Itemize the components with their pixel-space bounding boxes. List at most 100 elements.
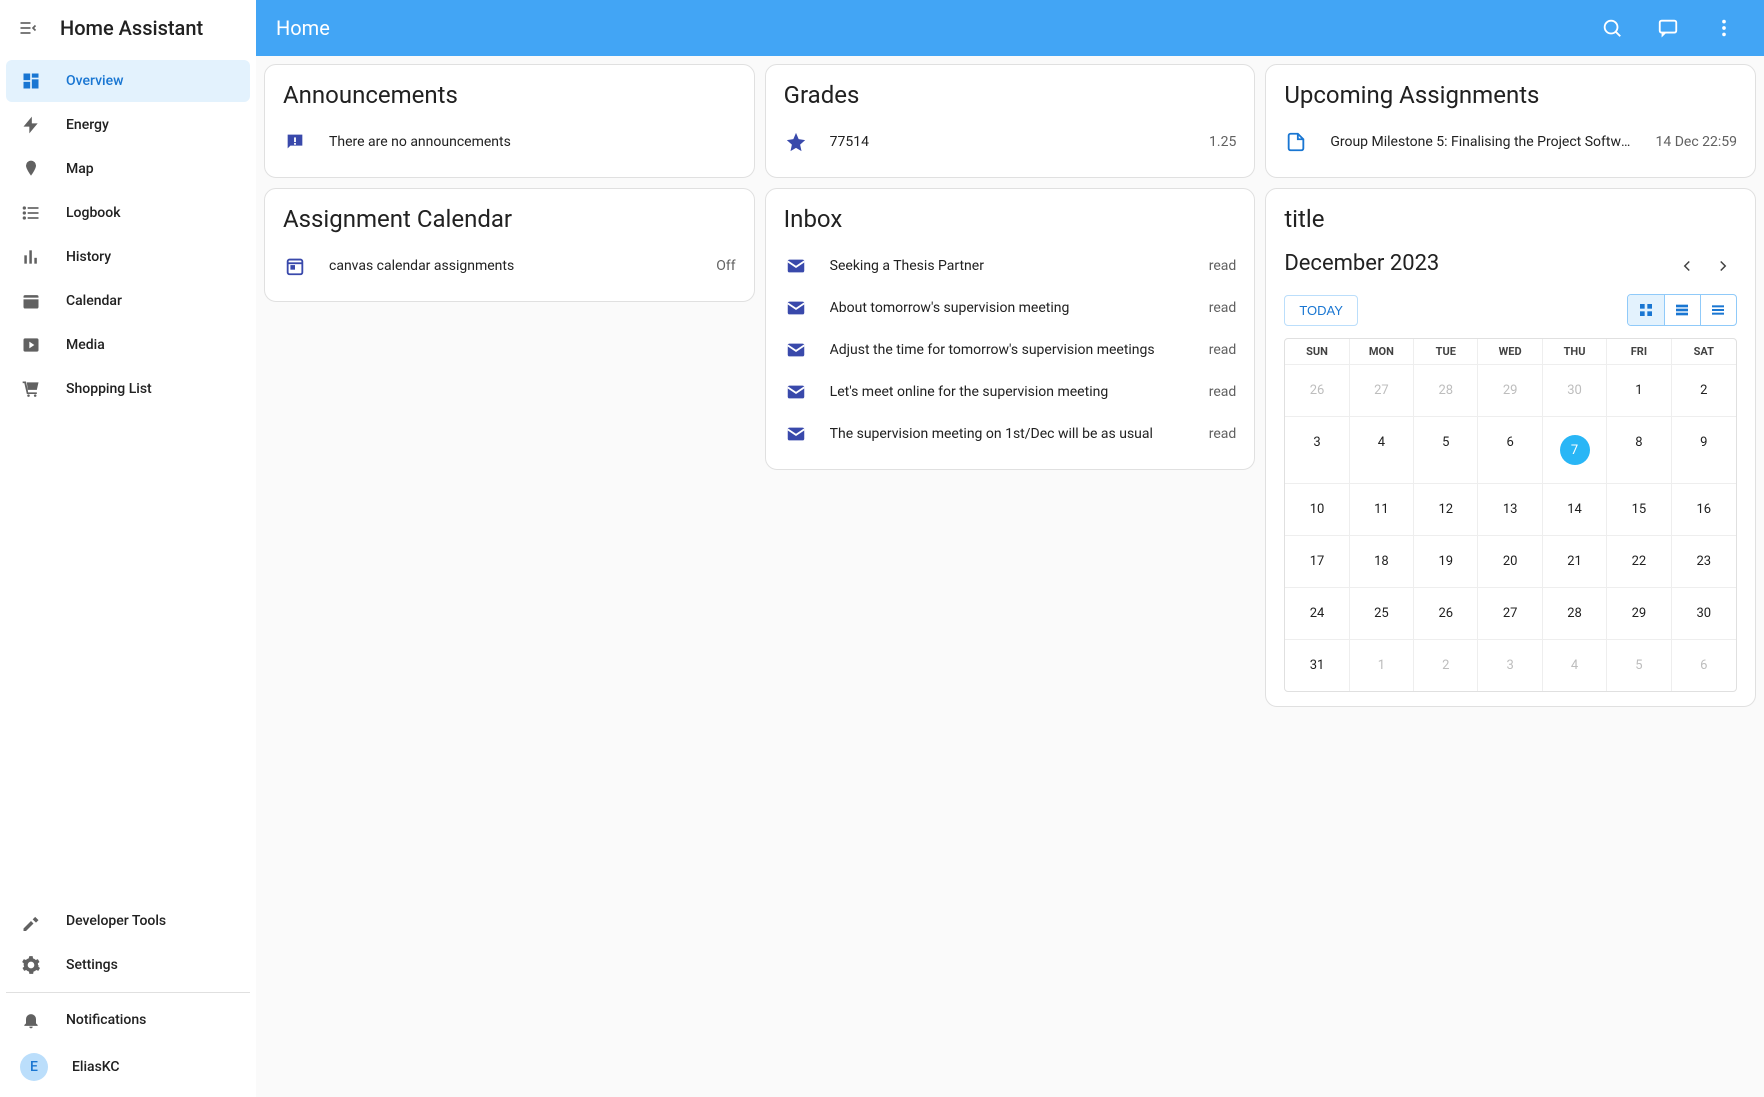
grades-card: Grades 77514 1.25 (765, 64, 1256, 178)
divider (6, 992, 250, 993)
mail-icon (784, 297, 808, 319)
calendar-day[interactable]: 28 (1414, 364, 1478, 416)
calendar-day[interactable]: 11 (1350, 483, 1414, 535)
calendar-day[interactable]: 13 (1478, 483, 1542, 535)
calendar-dow: WED (1478, 339, 1542, 364)
sidebar-item-overview[interactable]: Overview (6, 60, 250, 102)
inbox-row[interactable]: Let's meet online for the supervision me… (784, 371, 1237, 413)
calendar-day[interactable]: 7 (1543, 416, 1607, 483)
calendar-day[interactable]: 10 (1285, 483, 1349, 535)
calendar-day[interactable]: 4 (1543, 639, 1607, 691)
calendar-day[interactable]: 1 (1607, 364, 1671, 416)
calendar-day[interactable]: 26 (1414, 587, 1478, 639)
calendar-day[interactable]: 31 (1285, 639, 1349, 691)
sidebar-bottom: Developer Tools Settings Notifications E… (0, 896, 256, 1097)
calendar-day[interactable]: 27 (1350, 364, 1414, 416)
chat-button[interactable] (1648, 8, 1688, 48)
calendar-day[interactable]: 30 (1672, 587, 1736, 639)
calendar-day[interactable]: 24 (1285, 587, 1349, 639)
calendar-day[interactable]: 21 (1543, 535, 1607, 587)
rows-dense-icon (1710, 302, 1726, 318)
calendar-day[interactable]: 30 (1543, 364, 1607, 416)
upcoming-row[interactable]: Group Milestone 5: Finalising the Projec… (1284, 121, 1737, 163)
menu-collapse-icon (18, 18, 38, 38)
calendar-day[interactable]: 5 (1414, 416, 1478, 483)
calendar-dow: FRI (1607, 339, 1671, 364)
calendar-day[interactable]: 8 (1607, 416, 1671, 483)
assignment-cal-state: Off (716, 258, 735, 274)
assignment-cal-text: canvas calendar assignments (329, 258, 694, 274)
calendar-day[interactable]: 14 (1543, 483, 1607, 535)
nav-label: Logbook (66, 205, 121, 221)
card-title: Grades (784, 81, 1237, 109)
calendar-day[interactable]: 28 (1543, 587, 1607, 639)
main: Home Announcements There are no announce… (256, 0, 1764, 1097)
calendar-day[interactable]: 6 (1672, 639, 1736, 691)
calendar-day[interactable]: 6 (1478, 416, 1542, 483)
nav-label: Settings (66, 957, 118, 973)
calendar-day[interactable]: 17 (1285, 535, 1349, 587)
upcoming-due: 14 Dec 22:59 (1656, 134, 1737, 150)
card-title: Assignment Calendar (283, 205, 736, 233)
calendar-day[interactable]: 3 (1478, 639, 1542, 691)
assignment-cal-row[interactable]: canvas calendar assignments Off (283, 245, 736, 287)
inbox-state: read (1209, 384, 1237, 400)
sidebar-item-user[interactable]: E EliasKC (6, 1043, 250, 1091)
announcement-row[interactable]: There are no announcements (283, 121, 736, 163)
calendar-next-button[interactable] (1709, 252, 1737, 280)
calendar-day[interactable]: 20 (1478, 535, 1542, 587)
nav-label: Developer Tools (66, 913, 166, 929)
sidebar-item-shopping[interactable]: Shopping List (6, 368, 250, 410)
sidebar-item-energy[interactable]: Energy (6, 104, 250, 146)
calendar-day[interactable]: 2 (1672, 364, 1736, 416)
calendar-today-button[interactable]: TODAY (1284, 295, 1358, 326)
calendar-day[interactable]: 29 (1478, 364, 1542, 416)
inbox-row[interactable]: Adjust the time for tomorrow's supervisi… (784, 329, 1237, 371)
sidebar-item-notifications[interactable]: Notifications (6, 999, 250, 1041)
calendar-view-day[interactable] (1700, 295, 1736, 325)
calendar-day[interactable]: 27 (1478, 587, 1542, 639)
calendar-day[interactable]: 3 (1285, 416, 1349, 483)
calendar-day[interactable]: 15 (1607, 483, 1671, 535)
calendar-day[interactable]: 19 (1414, 535, 1478, 587)
inbox-row[interactable]: Seeking a Thesis Partnerread (784, 245, 1237, 287)
collapse-sidebar-button[interactable] (16, 16, 40, 40)
calendar-view-week[interactable] (1664, 295, 1700, 325)
search-button[interactable] (1592, 8, 1632, 48)
inbox-card: Inbox Seeking a Thesis PartnerreadAbout … (765, 188, 1256, 470)
inbox-row[interactable]: About tomorrow's supervision meetingread (784, 287, 1237, 329)
mail-icon (784, 339, 808, 361)
calendar-day[interactable]: 25 (1350, 587, 1414, 639)
calendar-day[interactable]: 16 (1672, 483, 1736, 535)
calendar-day[interactable]: 18 (1350, 535, 1414, 587)
calendar-day[interactable]: 26 (1285, 364, 1349, 416)
sidebar-item-devtools[interactable]: Developer Tools (6, 900, 250, 942)
calendar-day[interactable]: 12 (1414, 483, 1478, 535)
sidebar: Home Assistant Overview Energy Map Logbo… (0, 0, 256, 1097)
calendar-day[interactable]: 4 (1350, 416, 1414, 483)
calendar-prev-button[interactable] (1673, 252, 1701, 280)
calendar-day[interactable]: 23 (1672, 535, 1736, 587)
inbox-subject: The supervision meeting on 1st/Dec will … (830, 426, 1187, 442)
calendar-day[interactable]: 1 (1350, 639, 1414, 691)
sidebar-header: Home Assistant (0, 0, 256, 56)
calendar-view-month[interactable] (1628, 295, 1664, 325)
calendar-day[interactable]: 2 (1414, 639, 1478, 691)
page-title: Home (276, 16, 1576, 40)
sidebar-item-map[interactable]: Map (6, 148, 250, 190)
overflow-menu-button[interactable] (1704, 8, 1744, 48)
calendar-day[interactable]: 29 (1607, 587, 1671, 639)
sidebar-item-media[interactable]: Media (6, 324, 250, 366)
sidebar-item-calendar[interactable]: Calendar (6, 280, 250, 322)
sidebar-item-history[interactable]: History (6, 236, 250, 278)
calendar-day[interactable]: 22 (1607, 535, 1671, 587)
inbox-state: read (1209, 342, 1237, 358)
calendar-day[interactable]: 5 (1607, 639, 1671, 691)
hammer-icon (20, 910, 42, 932)
sidebar-item-logbook[interactable]: Logbook (6, 192, 250, 234)
grade-row[interactable]: 77514 1.25 (784, 121, 1237, 163)
sidebar-item-settings[interactable]: Settings (6, 944, 250, 986)
calendar-icon (283, 255, 307, 277)
calendar-day[interactable]: 9 (1672, 416, 1736, 483)
inbox-row[interactable]: The supervision meeting on 1st/Dec will … (784, 413, 1237, 455)
